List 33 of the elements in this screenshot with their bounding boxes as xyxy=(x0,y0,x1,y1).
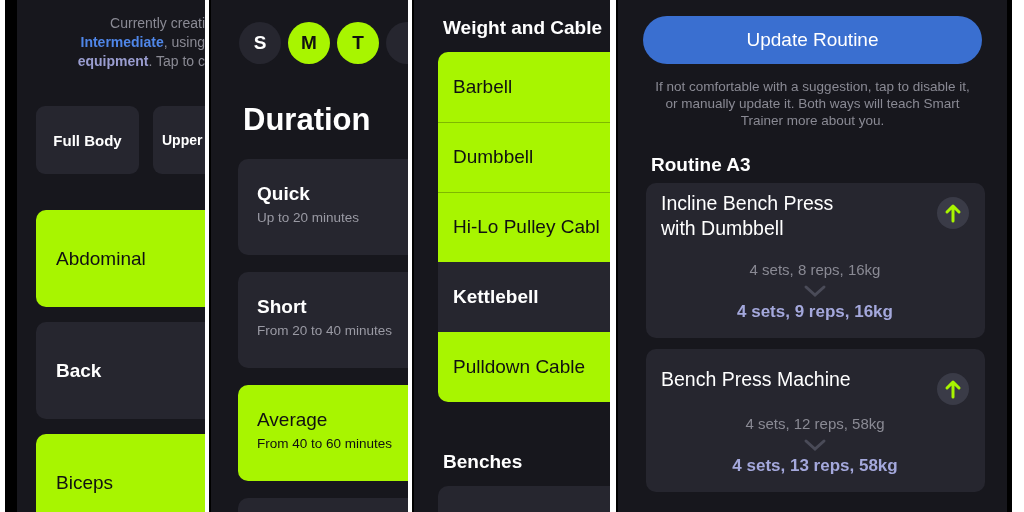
exercise-name: Incline Bench Press with Dumbbell xyxy=(661,191,835,241)
muscle-option[interactable]: Biceps xyxy=(36,434,205,512)
section-title: Duration xyxy=(243,101,372,139)
chevron-down-icon xyxy=(803,438,827,452)
update-routine-button[interactable]: Update Routine xyxy=(643,16,982,64)
day-toggle[interactable]: M xyxy=(288,22,330,64)
duration-option[interactable]: Short From 20 to 40 minutes xyxy=(238,272,408,368)
hint-text: If not comfortable with a suggestion, tap to disable it, or manually update it. Both ways will teach Smart Trainer more about you. xyxy=(654,78,971,129)
intro-text-line: equipment. Tap to c xyxy=(77,52,205,71)
split-option[interactable]: Full Body xyxy=(36,106,139,174)
intro-text-line: Currently creati xyxy=(110,14,205,33)
day-toggle[interactable]: S xyxy=(239,22,281,64)
equipment-option[interactable]: Kettlebell xyxy=(438,262,610,332)
duration-option[interactable]: Average From 40 to 60 minutes xyxy=(238,385,408,481)
current-values: 4 sets, 8 reps, 16kg xyxy=(749,261,881,278)
day-toggle[interactable]: T xyxy=(337,22,379,64)
chevron-down-icon xyxy=(803,284,827,298)
intro-text-line: Intermediate, using xyxy=(80,33,205,52)
split-option[interactable]: Upper xyxy=(153,106,205,174)
equipment-option[interactable]: Hi-Lo Pulley Cabl xyxy=(438,192,610,262)
exercise-name: Bench Press Machine xyxy=(661,367,852,392)
routine-title: Routine A3 xyxy=(651,154,752,176)
equipment-option[interactable]: Pulldown Cable xyxy=(438,332,610,402)
current-values: 4 sets, 12 reps, 58kg xyxy=(745,415,885,432)
section-title: Benches xyxy=(443,450,524,474)
suggested-values: 4 sets, 9 reps, 16kg xyxy=(737,302,893,322)
muscle-option[interactable]: Back xyxy=(36,322,205,419)
equipment-option[interactable]: Barbell xyxy=(438,52,610,122)
muscle-option[interactable]: Abdominal xyxy=(36,210,205,307)
duration-option[interactable]: Quick Up to 20 minutes xyxy=(238,159,408,255)
section-title: Weight and Cable xyxy=(443,16,604,40)
equipment-option[interactable]: Dumbbell xyxy=(438,122,610,192)
suggested-values: 4 sets, 13 reps, 58kg xyxy=(732,456,898,476)
